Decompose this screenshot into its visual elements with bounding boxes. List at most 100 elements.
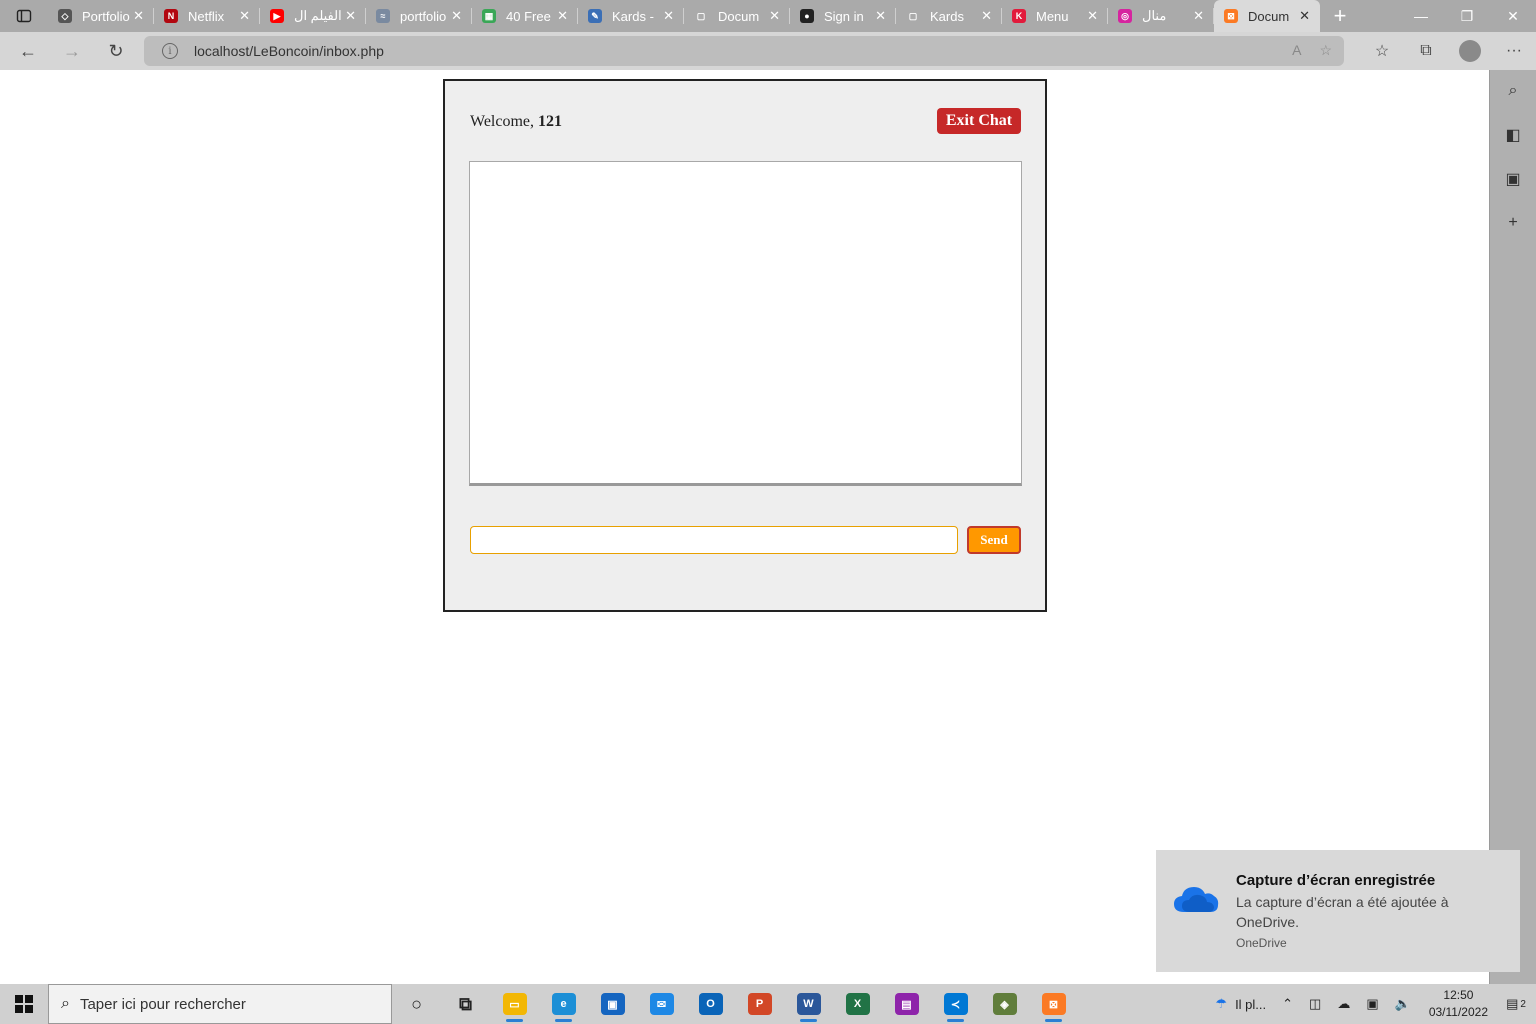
browser-tab[interactable]: ▦ 40 Free ✕ xyxy=(472,0,578,32)
browser-tab[interactable]: ▢ Kards ✕ xyxy=(896,0,1002,32)
outlook-sidebar-icon[interactable]: ▣ xyxy=(1502,168,1524,190)
word-icon: W xyxy=(796,993,821,1015)
more-options-icon[interactable]: ··· xyxy=(1492,32,1536,70)
document-icon: ▢ xyxy=(694,9,708,23)
browser-tab[interactable]: ≈ portfolio ✕ xyxy=(366,0,472,32)
notification-count: 2 xyxy=(1520,998,1526,1010)
close-tab-icon[interactable]: ✕ xyxy=(557,8,568,24)
tab-title: Kards - xyxy=(612,8,654,24)
taskbar-app[interactable]: ⧉ xyxy=(441,984,490,1024)
start-button[interactable] xyxy=(0,984,48,1024)
browser-tab[interactable]: ▶ الفيلم ال ✕ xyxy=(260,0,366,32)
xampp-icon: ⊠ xyxy=(1041,993,1066,1015)
volume-icon[interactable]: 🔈 xyxy=(1395,996,1411,1012)
taskbar-app[interactable]: W xyxy=(784,984,833,1024)
favorites-icon[interactable]: ☆ xyxy=(1360,32,1404,70)
taskbar-app[interactable]: ≺ xyxy=(931,984,980,1024)
address-bar[interactable]: i localhost/LeBoncoin/inbox.php A ☆ xyxy=(144,36,1344,66)
read-aloud-icon[interactable]: A xyxy=(1292,42,1301,59)
close-tab-icon[interactable]: ✕ xyxy=(769,8,780,24)
tab-title: Portfolio xyxy=(82,8,130,24)
security-icon[interactable]: ▣ xyxy=(1366,996,1378,1012)
tab-actions-button[interactable] xyxy=(0,0,48,32)
close-window-button[interactable]: ✕ xyxy=(1490,0,1536,32)
taskbar-app[interactable]: X xyxy=(833,984,882,1024)
vscode-icon: ≺ xyxy=(943,993,968,1015)
browser-tab[interactable]: ▢ Docum ✕ xyxy=(684,0,790,32)
taskbar-app[interactable]: ▤ xyxy=(882,984,931,1024)
onedrive-cloud-icon xyxy=(1174,887,1219,912)
browser-tab[interactable]: ✎ Kards - ✕ xyxy=(578,0,684,32)
browser-tab[interactable]: ◇ Portfolio ✕ xyxy=(48,0,154,32)
notification-center-button[interactable]: ▤ 2 xyxy=(1504,993,1528,1015)
close-tab-icon[interactable]: ✕ xyxy=(345,8,356,24)
close-tab-icon[interactable]: ✕ xyxy=(451,8,462,24)
office-icon[interactable]: ◧ xyxy=(1502,124,1524,146)
browser-tab[interactable]: K Menu ✕ xyxy=(1002,0,1108,32)
taskbar-app[interactable]: ⊠ xyxy=(1029,984,1078,1024)
search-icon[interactable]: ⌕ xyxy=(1502,80,1524,102)
chevron-up-icon[interactable]: ⌃ xyxy=(1282,996,1293,1012)
close-tab-icon[interactable]: ✕ xyxy=(875,8,886,24)
forward-button[interactable]: → xyxy=(50,32,94,70)
taskbar-app[interactable]: e xyxy=(539,984,588,1024)
browser-tab[interactable]: ● Sign in ✕ xyxy=(790,0,896,32)
onedrive-toast[interactable]: Capture d’écran enregistrée La capture d… xyxy=(1156,850,1520,972)
plus-icon: + xyxy=(1333,3,1347,28)
close-tab-icon[interactable]: ✕ xyxy=(1299,8,1310,24)
browser-tab[interactable]: ◎ منال ✕ xyxy=(1108,0,1214,32)
collections-icon[interactable]: ⧉ xyxy=(1404,32,1448,70)
browser-tab[interactable]: N Netflix ✕ xyxy=(154,0,260,32)
restore-button[interactable]: ❐ xyxy=(1444,0,1490,32)
close-tab-icon[interactable]: ✕ xyxy=(663,8,674,24)
taskbar-app[interactable]: ◈ xyxy=(980,984,1029,1024)
add-favorite-icon[interactable]: ☆ xyxy=(1319,42,1332,59)
netflix-icon: N xyxy=(164,9,178,23)
add-icon[interactable]: + xyxy=(1502,212,1524,234)
onedrive-tray-icon[interactable]: ☁ xyxy=(1337,996,1350,1012)
chat-messages-box[interactable] xyxy=(469,161,1022,486)
close-tab-icon[interactable]: ✕ xyxy=(1087,8,1098,24)
close-tab-icon[interactable]: ✕ xyxy=(239,8,250,24)
toast-source: OneDrive xyxy=(1236,936,1287,950)
taskbar-app[interactable]: ▣ xyxy=(588,984,637,1024)
taskbar-search[interactable]: ⌕ Taper ici pour rechercher xyxy=(48,984,392,1024)
taskbar-app[interactable]: ▭ xyxy=(490,984,539,1024)
welcome-message: Welcome, 121 xyxy=(470,113,562,131)
taskbar-app[interactable]: O xyxy=(686,984,735,1024)
mail-icon: ✉ xyxy=(649,993,674,1015)
taskbar-app[interactable]: ○ xyxy=(392,984,441,1024)
taskbar-clock[interactable]: 12:50 03/11/2022 xyxy=(1429,987,1488,1021)
close-tab-icon[interactable]: ✕ xyxy=(1193,8,1204,24)
browser-tab-strip: ◇ Portfolio ✕ N Netflix ✕ ▶ الفيلم ال ✕ ≈ portfoli… xyxy=(0,0,1536,32)
exit-chat-button[interactable]: Exit Chat xyxy=(937,108,1021,134)
profile-avatar[interactable] xyxy=(1459,40,1481,62)
tab-title: Sign in xyxy=(824,8,864,24)
send-button[interactable]: Send xyxy=(967,526,1021,554)
new-tab-button[interactable]: + xyxy=(1320,0,1360,32)
weather-icon[interactable]: ☂ xyxy=(1215,996,1227,1012)
meet-now-icon[interactable]: ◫ xyxy=(1309,996,1321,1012)
tab-actions-icon xyxy=(16,9,32,23)
browser-tab[interactable]: ⊠ Docum ✕ xyxy=(1214,0,1320,32)
taskbar-app[interactable]: P xyxy=(735,984,784,1024)
notification-icon: ▤ xyxy=(1506,996,1519,1011)
back-button[interactable]: ← xyxy=(6,32,50,70)
address-bar-actions: A ☆ xyxy=(1292,42,1332,59)
clock-time: 12:50 xyxy=(1443,988,1474,1002)
weather-text[interactable]: Il pl... xyxy=(1235,997,1266,1012)
chat-wrapper: Welcome, 121 Exit Chat Send xyxy=(443,79,1047,612)
message-input[interactable] xyxy=(470,526,958,554)
minimize-button[interactable]: — xyxy=(1398,0,1444,32)
youtube-icon: ▶ xyxy=(270,9,284,23)
welcome-prefix: Welcome, xyxy=(470,113,539,130)
info-icon[interactable]: i xyxy=(162,43,178,59)
address-url[interactable]: localhost/LeBoncoin/inbox.php xyxy=(194,43,384,59)
close-tab-icon[interactable]: ✕ xyxy=(981,8,992,24)
generic-icon: ≈ xyxy=(376,9,390,23)
kahoot-icon: K xyxy=(1012,9,1026,23)
window-controls: — ❐ ✕ xyxy=(1398,0,1536,32)
taskbar-app[interactable]: ✉ xyxy=(637,984,686,1024)
refresh-button[interactable]: ↻ xyxy=(94,32,138,70)
close-tab-icon[interactable]: ✕ xyxy=(133,8,144,24)
